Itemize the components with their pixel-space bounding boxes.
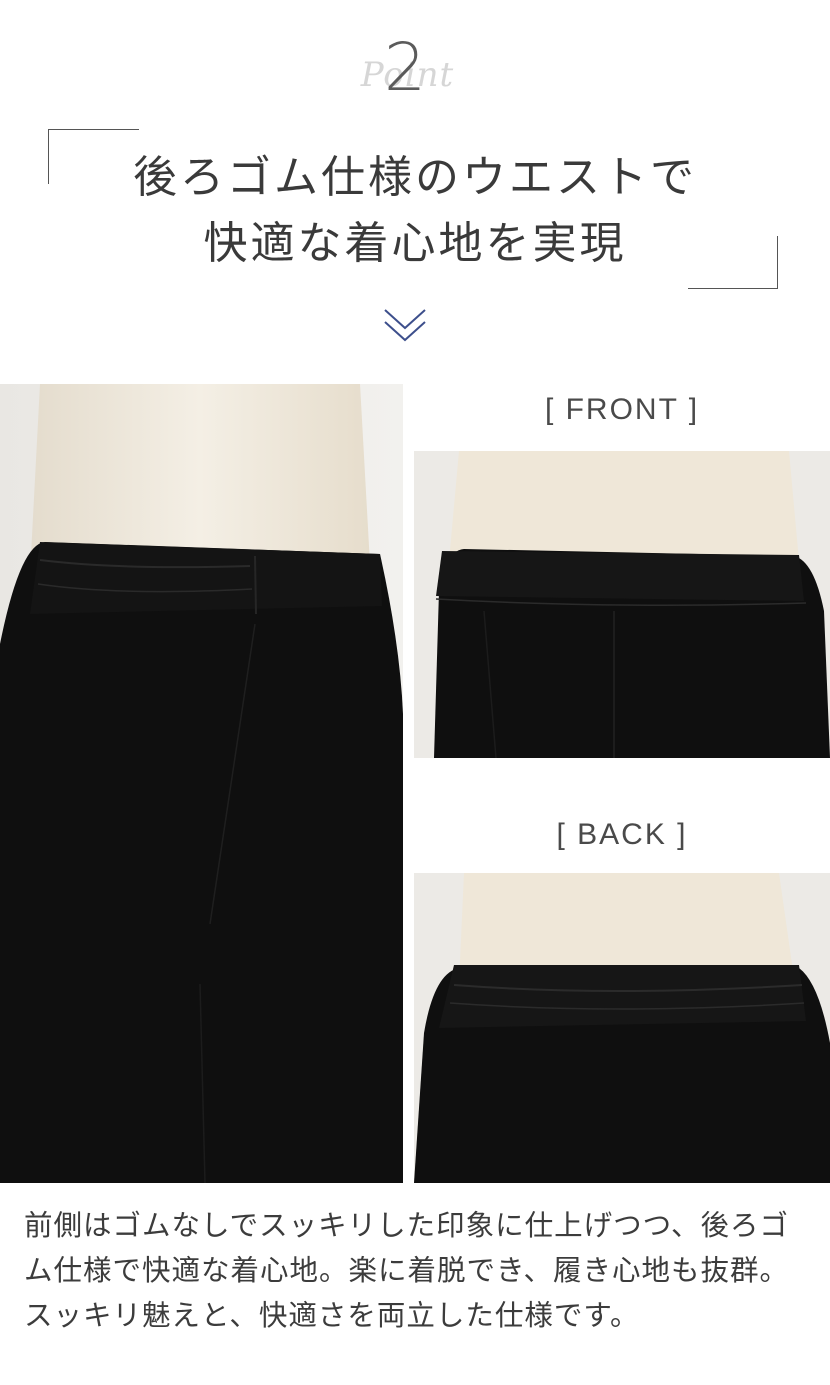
point-number: 2 [384, 29, 426, 106]
front-label: [ FRONT ] [544, 393, 700, 426]
headline-line-1: 後ろゴム仕様のウエストで [133, 152, 697, 203]
front-view-photo [414, 451, 830, 758]
description-line-1: 前側はゴムなしでスッキリした印象に仕上げつつ、後ろゴ [24, 1209, 790, 1242]
headline-line-2: 快適な着心地を実現 [203, 218, 627, 269]
back-view-photo [414, 873, 830, 1183]
back-label: [ BACK ] [556, 818, 688, 851]
side-view-photo [0, 384, 403, 1183]
description-text: 前側はゴムなしでスッキリした印象に仕上げつつ、後ろゴ ム仕様で快適な着心地。楽に… [24, 1203, 814, 1338]
description-line-3: スッキリ魅えと、快適さを両立した仕様です。 [24, 1299, 640, 1332]
double-chevron-down-icon [382, 306, 428, 346]
description-line-2: ム仕様で快適な着心地。楽に着脱でき、履き心地も抜群。 [24, 1254, 790, 1287]
